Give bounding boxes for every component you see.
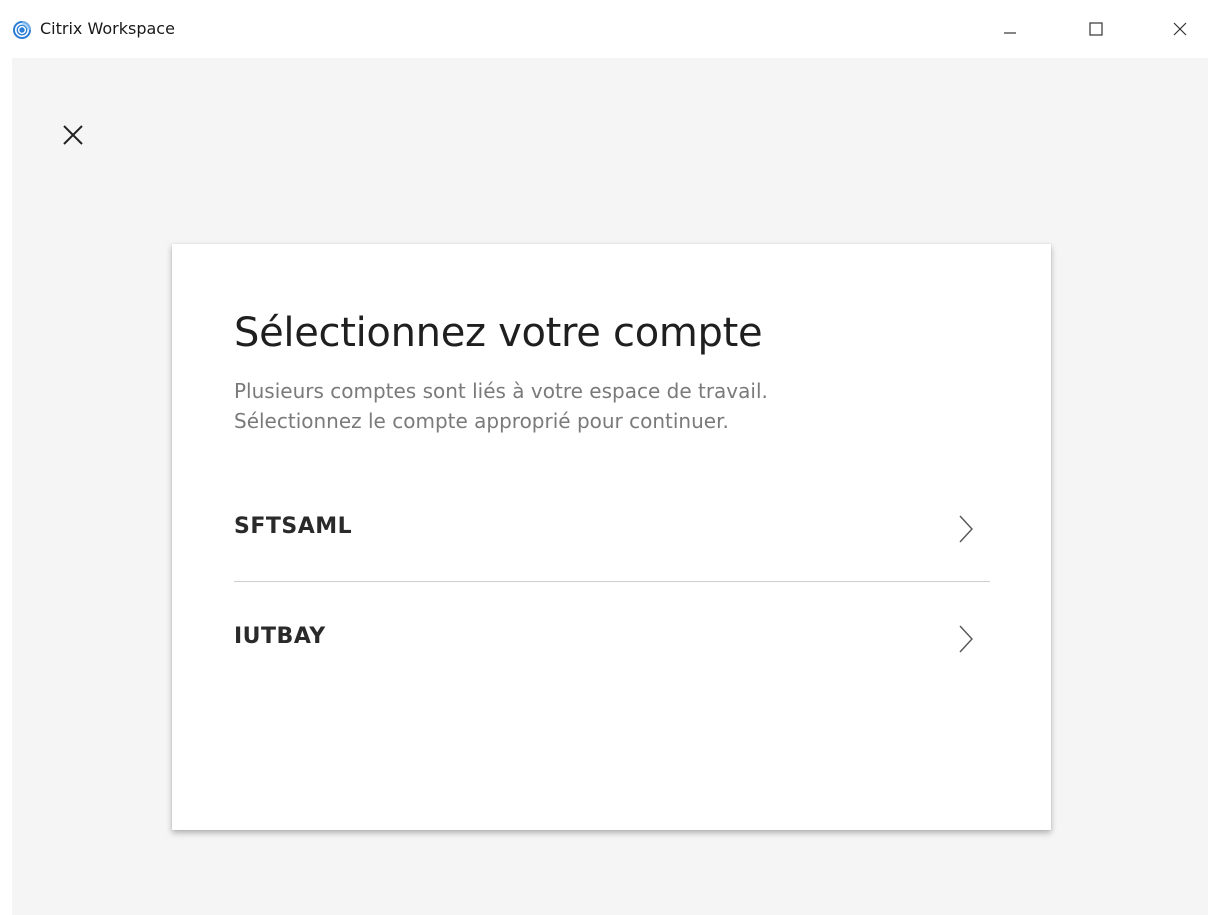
maximize-icon <box>1089 22 1103 36</box>
maximize-button[interactable] <box>1068 0 1124 58</box>
account-item-sftsaml[interactable]: SFTSAML <box>234 500 990 556</box>
window-title: Citrix Workspace <box>40 19 175 38</box>
window-close-button[interactable] <box>1152 0 1208 58</box>
subtitle-line-1: Plusieurs comptes sont liés à votre espa… <box>234 379 768 403</box>
citrix-icon <box>13 21 31 39</box>
divider <box>234 581 990 582</box>
citrix-workspace-window: Citrix Workspace Sélectionnez votre comp… <box>0 0 1208 915</box>
close-icon <box>1173 22 1187 36</box>
card-title: Sélectionnez votre compte <box>234 310 763 356</box>
minimize-icon <box>1004 32 1016 34</box>
dialog-close-button[interactable] <box>56 118 90 152</box>
chevron-right-icon <box>959 515 973 543</box>
close-icon <box>63 125 83 145</box>
title-bar: Citrix Workspace <box>0 0 1208 58</box>
account-label: SFTSAML <box>234 514 353 539</box>
client-area: Sélectionnez votre compte Plusieurs comp… <box>12 58 1208 915</box>
minimize-button[interactable] <box>982 0 1038 58</box>
chevron-right-icon <box>959 625 973 653</box>
account-label: IUTBAY <box>234 624 326 649</box>
card-subtitle: Plusieurs comptes sont liés à votre espa… <box>234 376 994 436</box>
account-selection-card: Sélectionnez votre compte Plusieurs comp… <box>172 244 1051 830</box>
account-item-iutbay[interactable]: IUTBAY <box>234 610 990 666</box>
subtitle-line-2: Sélectionnez le compte approprié pour co… <box>234 409 729 433</box>
